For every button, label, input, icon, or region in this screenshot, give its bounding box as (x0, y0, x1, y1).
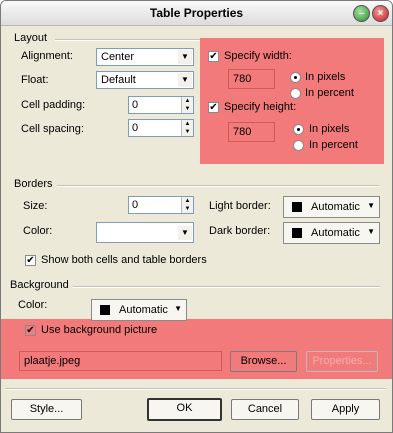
specify-width-checkbox[interactable]: ✔ (208, 51, 219, 62)
title-bar[interactable]: Table Properties – × (1, 1, 392, 26)
dark-border-value: Automatic (311, 227, 360, 239)
close-icon[interactable]: × (372, 5, 389, 22)
chevron-down-icon: ▼ (174, 304, 182, 313)
background-color-label: Color: (18, 299, 48, 311)
cell-padding-value: 0 (132, 99, 139, 111)
float-value: Default (101, 74, 136, 86)
cell-padding-label: Cell padding: (21, 99, 86, 111)
background-color-value: Automatic (119, 304, 168, 316)
borders-separator (57, 185, 379, 187)
properties-button[interactable]: Properties... (306, 351, 378, 372)
width-value: 780 (233, 73, 252, 85)
chevron-down-icon: ▼ (367, 201, 375, 210)
spin-arrows-icon[interactable]: ▲ ▼ (181, 197, 193, 213)
width-percent-radio[interactable] (290, 88, 301, 99)
color-swatch (292, 202, 302, 212)
show-both-borders-label: Show both cells and table borders (41, 254, 207, 266)
chevron-down-icon: ▼ (178, 73, 192, 87)
height-percent-label: In percent (309, 139, 358, 151)
light-border-label: Light border: (209, 200, 271, 212)
ok-button[interactable]: OK (147, 398, 222, 421)
chevron-down-icon: ▼ (178, 50, 192, 64)
width-pixels-radio[interactable] (290, 72, 301, 83)
border-size-stepper[interactable]: 0 ▲ ▼ (128, 196, 194, 214)
cell-spacing-value: 0 (132, 122, 139, 134)
alignment-label: Alignment: (21, 50, 73, 62)
width-percent-label: In percent (305, 87, 354, 99)
show-both-borders-checkbox[interactable]: ✔ (25, 255, 36, 266)
light-border-color-button[interactable]: Automatic ▼ (283, 196, 380, 218)
style-button[interactable]: Style... (11, 399, 82, 420)
width-input[interactable]: 780 (228, 69, 275, 89)
layout-section-label: Layout (14, 32, 48, 44)
alignment-value: Center (101, 51, 135, 63)
height-value: 780 (233, 126, 252, 138)
specify-height-checkbox[interactable]: ✔ (208, 102, 219, 113)
light-border-value: Automatic (311, 201, 360, 213)
specify-height-label: Specify height: (224, 101, 297, 113)
cancel-button[interactable]: Cancel (231, 399, 299, 420)
browse-button[interactable]: Browse... (230, 351, 297, 372)
dark-border-label: Dark border: (209, 225, 271, 237)
spin-arrows-icon[interactable]: ▲ ▼ (181, 97, 193, 113)
background-color-button[interactable]: Automatic ▼ (91, 299, 187, 321)
border-color-label: Color: (23, 225, 53, 237)
alignment-select[interactable]: Center ▼ (96, 48, 194, 66)
borders-section-label: Borders (14, 178, 53, 190)
minimize-icon[interactable]: – (353, 5, 370, 22)
cell-spacing-stepper[interactable]: 0 ▲ ▼ (128, 119, 194, 137)
window-title: Table Properties (149, 6, 244, 20)
dialog-window: Table Properties – × Layout Alignment: C… (0, 0, 393, 433)
cell-padding-stepper[interactable]: 0 ▲ ▼ (128, 96, 194, 114)
background-separator (73, 286, 380, 288)
bottom-separator (5, 388, 386, 390)
apply-button[interactable]: Apply (311, 399, 380, 420)
height-pixels-radio[interactable] (293, 124, 304, 135)
height-pixels-label: In pixels (309, 123, 350, 135)
cell-spacing-label: Cell spacing: (21, 123, 84, 135)
border-size-value: 0 (132, 199, 139, 211)
color-swatch (292, 228, 302, 238)
dark-border-color-button[interactable]: Automatic ▼ (283, 222, 380, 244)
use-background-picture-checkbox[interactable]: ✔ (25, 325, 36, 336)
background-picture-input[interactable]: plaatje.jpeg (19, 351, 222, 371)
height-input[interactable]: 780 (228, 122, 275, 142)
width-pixels-label: In pixels (305, 71, 346, 83)
background-section-label: Background (10, 279, 69, 291)
use-background-picture-label: Use background picture (41, 324, 158, 336)
chevron-down-icon: ▼ (367, 227, 375, 236)
float-label: Float: (21, 74, 49, 86)
chevron-down-icon: ▼ (178, 226, 192, 240)
layout-separator (55, 39, 200, 41)
background-picture-value: plaatje.jpeg (24, 355, 81, 367)
color-swatch (100, 305, 110, 315)
border-size-label: Size: (23, 200, 48, 212)
float-select[interactable]: Default ▼ (96, 71, 194, 89)
border-color-select[interactable]: ▼ (96, 222, 194, 243)
spin-arrows-icon[interactable]: ▲ ▼ (181, 120, 193, 136)
height-percent-radio[interactable] (293, 140, 304, 151)
specify-width-label: Specify width: (224, 50, 292, 62)
